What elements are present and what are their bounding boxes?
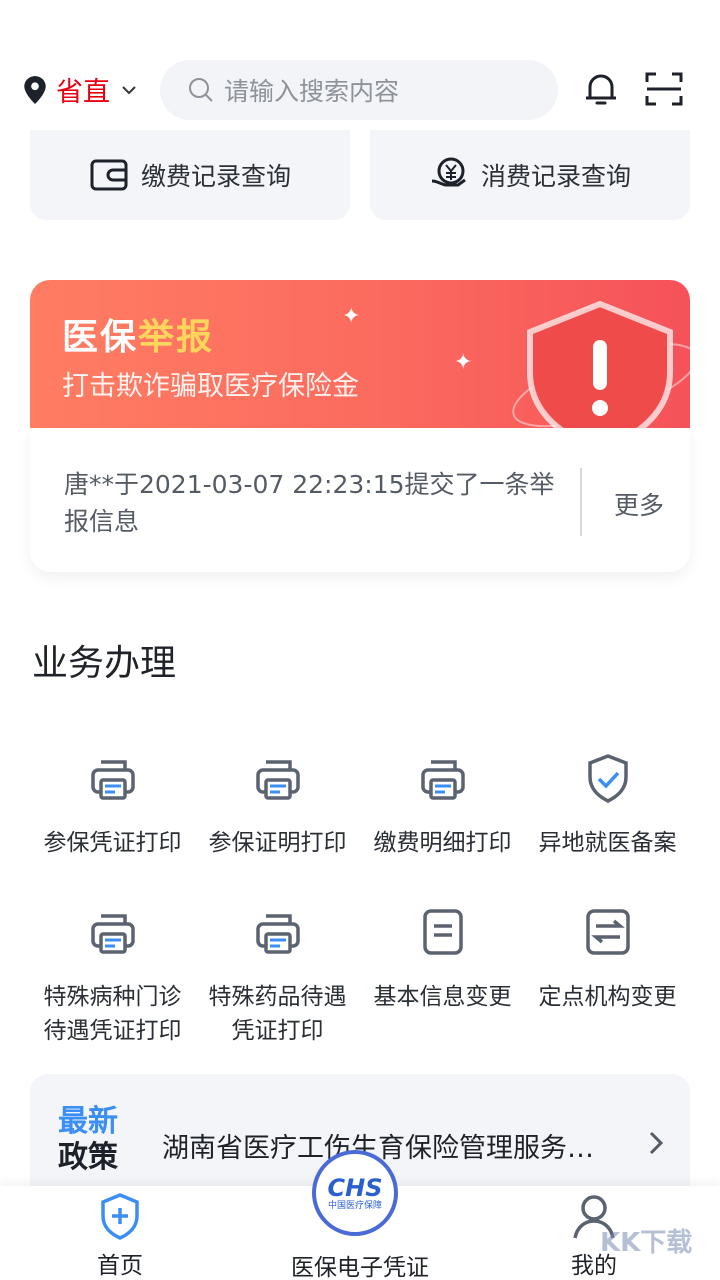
printer-icon [90,914,135,954]
document-icon [422,909,463,955]
chevron-right-icon [649,1131,664,1155]
tab-home[interactable]: 首页 [80,1186,160,1280]
business-item-insurance-certificate-print[interactable]: 参保凭证打印 [30,752,195,860]
business-item-label: 参保凭证打印 [43,830,182,856]
business-item-label: 异地就医备案 [538,830,677,856]
printer-icon [255,760,300,800]
payment-records-card[interactable]: 缴费记录查询 [30,130,350,220]
printer-icon [90,760,135,800]
report-banner[interactable]: 医保举报 打击欺诈骗取医疗保险金 ✦ ✦ [30,280,690,430]
consumption-records-label: 消费记录查询 [480,162,631,191]
chs-logo: CHS 中国医疗保障 [312,1150,398,1236]
business-item-label: 缴费明细打印 [373,830,512,856]
transfer-icon [585,909,630,955]
top-header: 省直 请输入搜索内容 [0,58,720,120]
business-item-designated-institution-change[interactable]: 定点机构变更 [525,906,690,1014]
latest-policy-tag: 最新 政策 [58,1104,118,1175]
watermark: KK下载 [600,1228,693,1258]
business-item-label: 基本信息变更 [373,984,512,1010]
banner-subtitle: 打击欺诈骗取医疗保险金 [62,371,359,402]
business-item-label: 特殊病种门诊 待遇凭证打印 [43,984,182,1044]
yuan-coin-icon [431,157,466,187]
shield-plus-icon [101,1193,139,1240]
location-label: 省直 [56,77,110,108]
business-section-title: 业务办理 [32,643,177,684]
business-item-label: 特殊药品待遇 凭证打印 [208,984,347,1044]
more-link[interactable]: 更多 [614,486,664,522]
shield-check-icon [587,754,628,803]
tab-home-label: 首页 [97,1253,143,1279]
consumption-records-card[interactable]: 消费记录查询 [370,130,690,220]
divider [580,468,582,536]
printer-icon [420,760,465,800]
sparkle-icon: ✦ [454,350,473,375]
location-pin-icon [24,75,46,104]
bell-icon[interactable] [582,70,620,108]
search-icon [189,78,213,102]
business-item-basic-info-change[interactable]: 基本信息变更 [360,906,525,1014]
printer-icon [255,914,300,954]
search-input[interactable]: 请输入搜索内容 [160,60,558,120]
search-placeholder: 请输入搜索内容 [224,77,400,106]
business-item-special-drug-print[interactable]: 特殊药品待遇 凭证打印 [195,906,360,1048]
business-item-insurance-proof-print[interactable]: 参保证明打印 [195,752,360,860]
warning-shield-icon [512,300,690,430]
scan-icon[interactable] [644,70,684,108]
latest-policy-text: 湖南省医疗工伤生育保险管理服务… [162,1133,594,1164]
business-item-payment-detail-print[interactable]: 缴费明细打印 [360,752,525,860]
business-item-remote-medical-filing[interactable]: 异地就医备案 [525,752,690,860]
banner-title: 医保举报 [62,317,215,358]
sparkle-icon: ✦ [342,304,361,329]
wallet-icon [90,159,128,191]
notice-text: 唐**于2021-03-07 22:23:15提交了一条举报信息 [64,470,555,536]
business-item-label: 参保证明打印 [208,830,347,856]
payment-records-label: 缴费记录查询 [140,162,291,191]
business-item-label: 定点机构变更 [538,984,677,1010]
location-selector[interactable]: 省直 [22,70,138,109]
business-item-special-disease-print[interactable]: 特殊病种门诊 待遇凭证打印 [30,906,195,1048]
tab-cert-label: 医保电子凭证 [291,1255,429,1280]
report-notice: 唐**于2021-03-07 22:23:15提交了一条举报信息 更多 [30,428,690,572]
chevron-down-icon [122,85,136,94]
